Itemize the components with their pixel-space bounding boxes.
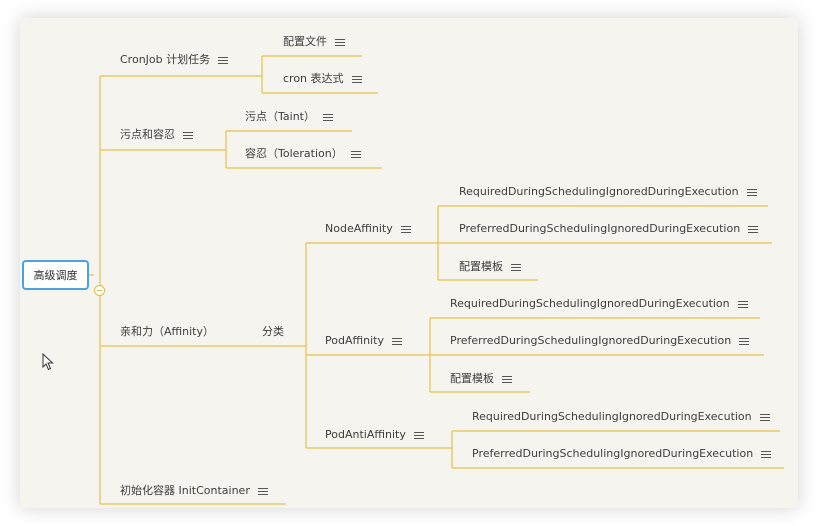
node-label: PreferredDuringSchedulingIgnoredDuringEx…	[472, 447, 754, 460]
node-taint[interactable]: 污点（Taint）	[245, 110, 333, 124]
mindmap-window: 高级调度 CronJob 计划任务 配置文件 cron 表达式 污点和容忍 污点…	[0, 0, 817, 526]
node-cron-expression[interactable]: cron 表达式	[283, 72, 362, 86]
node-label: 初始化容器 InitContainer	[120, 484, 250, 497]
node-pa-template[interactable]: 配置模板	[450, 372, 512, 386]
node-label: PodAntiAffinity	[325, 428, 406, 441]
menu-icon[interactable]	[761, 450, 772, 459]
menu-icon[interactable]	[335, 38, 345, 47]
menu-icon[interactable]	[400, 225, 411, 234]
node-paa-preferred[interactable]: PreferredDuringSchedulingIgnoredDuringEx…	[472, 447, 772, 461]
minus-circle-icon[interactable]	[94, 285, 105, 296]
node-label: 容忍（Toleration）	[245, 147, 343, 160]
node-toleration[interactable]: 容忍（Toleration）	[245, 147, 361, 161]
menu-icon[interactable]	[413, 431, 424, 440]
node-label: RequiredDuringSchedulingIgnoredDuringExe…	[450, 297, 730, 310]
node-init-container[interactable]: 初始化容器 InitContainer	[120, 484, 268, 498]
menu-icon[interactable]	[511, 263, 521, 272]
node-label: PreferredDuringSchedulingIgnoredDuringEx…	[450, 334, 732, 347]
menu-icon[interactable]	[218, 56, 229, 65]
menu-icon[interactable]	[502, 375, 512, 384]
menu-icon[interactable]	[746, 188, 757, 197]
menu-icon[interactable]	[351, 75, 362, 84]
node-affinity[interactable]: 亲和力（Affinity）	[120, 325, 214, 339]
node-label: cron 表达式	[283, 72, 344, 85]
node-pa-required[interactable]: RequiredDuringSchedulingIgnoredDuringExe…	[450, 297, 748, 311]
menu-icon[interactable]	[183, 131, 193, 140]
node-node-affinity[interactable]: NodeAffinity	[325, 222, 411, 236]
node-config-file[interactable]: 配置文件	[283, 35, 345, 49]
node-na-required[interactable]: RequiredDuringSchedulingIgnoredDuringExe…	[459, 185, 757, 199]
mouse-pointer-icon	[42, 353, 54, 371]
node-pod-affinity[interactable]: PodAffinity	[325, 334, 402, 348]
menu-icon[interactable]	[739, 337, 750, 346]
node-label: 亲和力（Affinity）	[120, 325, 215, 338]
node-label: PodAffinity	[325, 334, 384, 347]
menu-icon[interactable]	[257, 487, 268, 496]
menu-icon[interactable]	[322, 113, 333, 122]
node-label: PreferredDuringSchedulingIgnoredDuringEx…	[459, 222, 741, 235]
menu-icon[interactable]	[391, 337, 402, 346]
node-na-template[interactable]: 配置模板	[459, 260, 521, 274]
node-taint-toleration[interactable]: 污点和容忍	[120, 128, 193, 142]
node-pa-preferred[interactable]: PreferredDuringSchedulingIgnoredDuringEx…	[450, 334, 750, 348]
node-classify[interactable]: 分类	[262, 325, 284, 339]
node-pod-anti-affinity[interactable]: PodAntiAffinity	[325, 428, 424, 442]
node-label: 污点（Taint）	[245, 110, 315, 123]
node-label: NodeAffinity	[325, 222, 393, 235]
node-label: RequiredDuringSchedulingIgnoredDuringExe…	[459, 185, 739, 198]
node-na-preferred[interactable]: PreferredDuringSchedulingIgnoredDuringEx…	[459, 222, 759, 236]
menu-icon[interactable]	[748, 225, 759, 234]
node-label: 污点和容忍	[120, 128, 175, 141]
menu-icon[interactable]	[350, 150, 361, 159]
node-label: 配置模板	[459, 260, 503, 273]
node-label: 配置模板	[450, 372, 494, 385]
menu-icon[interactable]	[737, 300, 748, 309]
node-label: RequiredDuringSchedulingIgnoredDuringExe…	[472, 410, 752, 423]
root-label: 高级调度	[33, 269, 78, 282]
node-cronjob[interactable]: CronJob 计划任务	[120, 53, 229, 67]
node-label: CronJob 计划任务	[120, 53, 211, 66]
node-label: 分类	[262, 325, 284, 338]
node-paa-required[interactable]: RequiredDuringSchedulingIgnoredDuringExe…	[472, 410, 770, 424]
node-label: 配置文件	[283, 35, 327, 48]
root-node[interactable]: 高级调度	[22, 260, 89, 290]
menu-icon[interactable]	[759, 413, 770, 422]
